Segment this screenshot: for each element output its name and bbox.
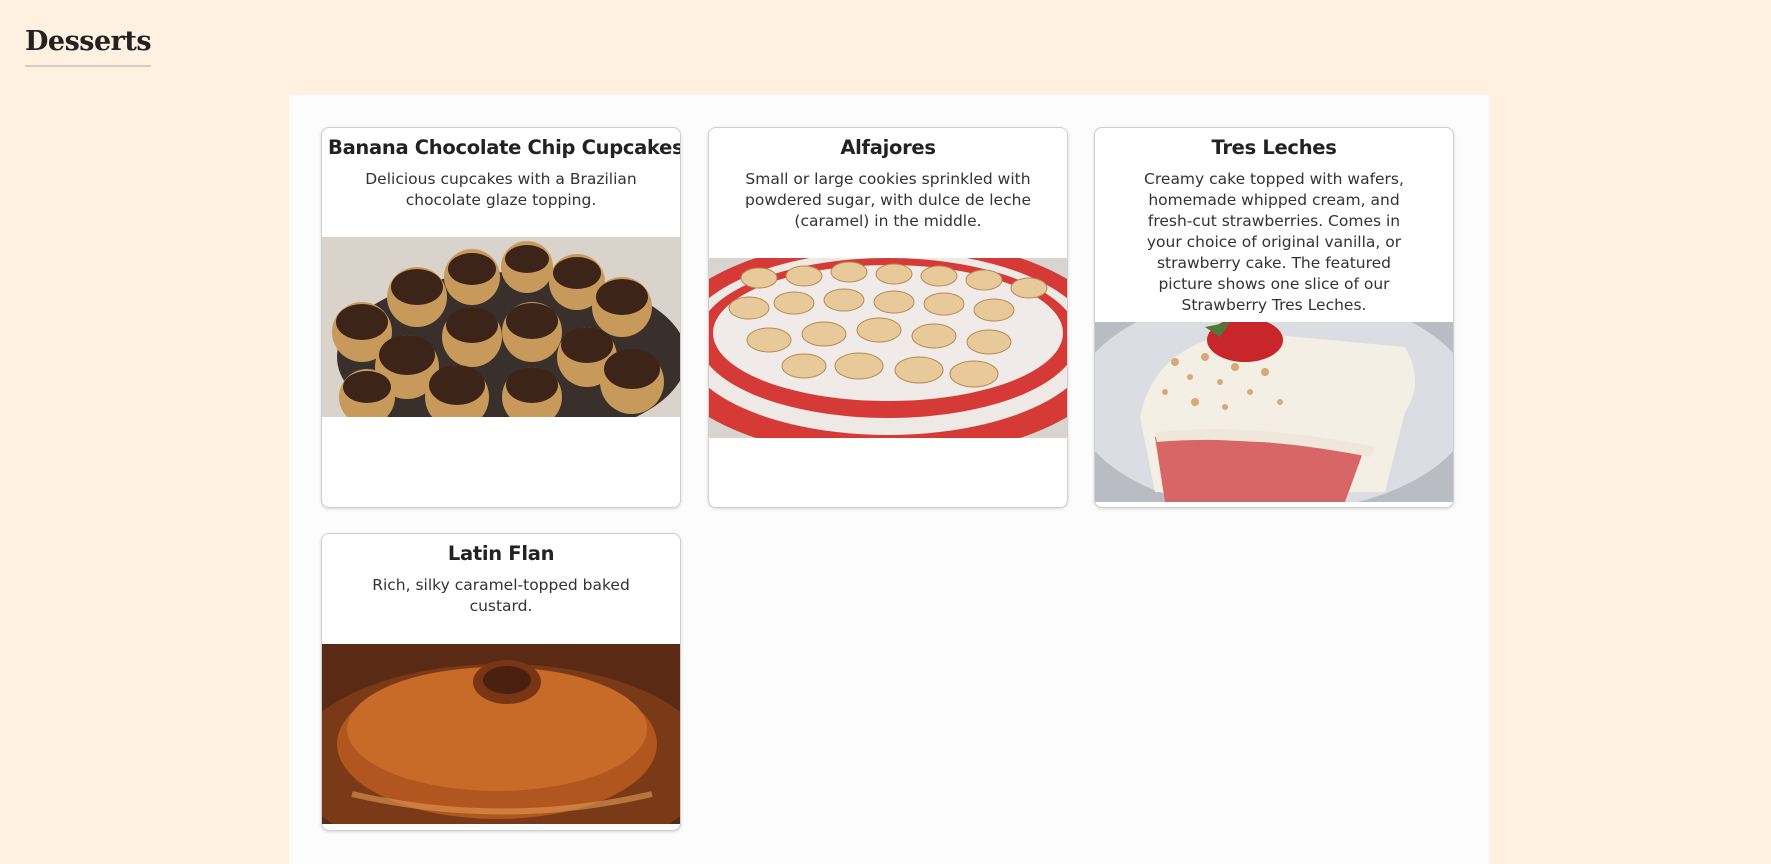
dessert-card-latin-flan[interactable]: Latin Flan Rich, silky caramel-topped ba…: [321, 533, 681, 831]
dessert-description: Small or large cookies sprinkled with po…: [745, 170, 1031, 230]
latin-flan-photo: [322, 644, 680, 824]
dessert-description: Rich, silky caramel-topped baked custard…: [372, 576, 630, 615]
page-title: Desserts: [25, 26, 152, 67]
alfajores-photo: [709, 258, 1067, 438]
banana-chocolate-chip-cupcakes-photo: [322, 237, 680, 417]
dessert-card-cupcakes[interactable]: Banana Chocolate Chip Cupcakes Delicious…: [321, 127, 681, 508]
dessert-card-tres-leches[interactable]: Tres Leches Creamy cake topped with wafe…: [1094, 127, 1454, 508]
dessert-description: Creamy cake topped with wafers, homemade…: [1144, 170, 1404, 314]
dessert-description: Delicious cupcakes with a Brazilian choc…: [365, 170, 637, 209]
dessert-title: Tres Leches: [1211, 136, 1337, 159]
page: Desserts Banana Chocolate Chip Cupcakes …: [0, 0, 1771, 864]
dessert-card-alfajores[interactable]: Alfajores Small or large cookies sprinkl…: [708, 127, 1068, 508]
desserts-grid: Banana Chocolate Chip Cupcakes Delicious…: [289, 95, 1489, 864]
tres-leches-photo: [1095, 322, 1453, 502]
dessert-title: Alfajores: [840, 136, 936, 159]
dessert-title: Latin Flan: [447, 542, 555, 565]
dessert-title: Banana Chocolate Chip Cupcakes: [328, 136, 681, 159]
